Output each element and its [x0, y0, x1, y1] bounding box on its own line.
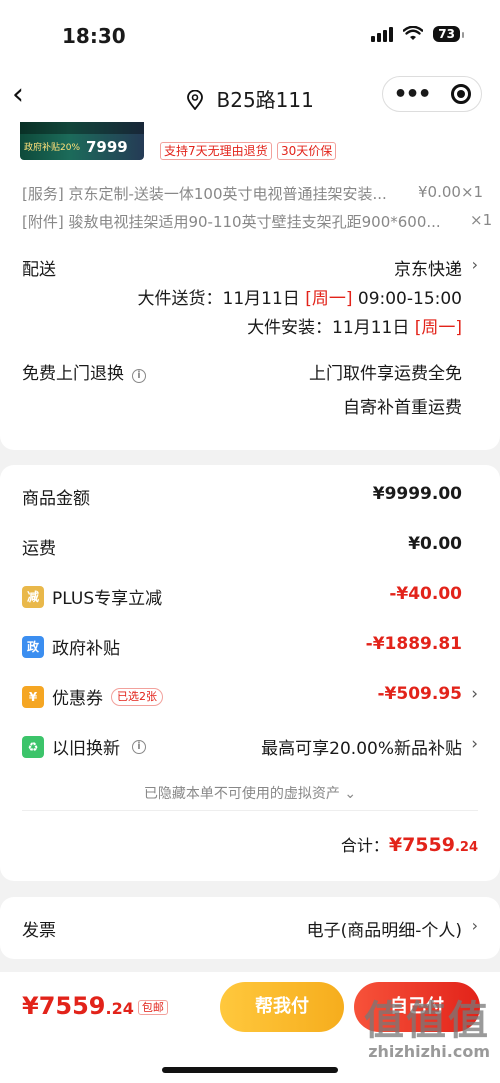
status-bar: 18:30 73 — [0, 0, 500, 72]
accessory-row[interactable]: [附件] 骏敖电视挂架适用90-110英寸壁挂支架孔距900*600... ×1 — [22, 211, 492, 232]
close-target-icon[interactable] — [450, 84, 471, 104]
product-thumbnail[interactable]: 政府补贴20% 7999 — [20, 122, 144, 160]
government-icon: 政 — [22, 635, 44, 658]
more-icon[interactable]: ••• — [393, 82, 431, 107]
chevron-right-icon[interactable]: › — [471, 734, 478, 754]
coupon-icon: ¥ — [22, 685, 44, 708]
info-icon[interactable]: i — [132, 739, 146, 754]
invoice-row[interactable]: 发票 电子(商品明细-个人) › — [0, 897, 500, 959]
return-line1: 上门取件享运费全免 — [309, 364, 462, 384]
order-detail-card: 政府补贴20% 7999 支持7天无理由退货 30天价保 [服务] 京东定制-送… — [0, 122, 500, 450]
tag-price-protect: 30天价保 — [277, 142, 337, 160]
home-indicator — [162, 1067, 338, 1073]
return-label: 免费上门退换 i — [22, 359, 146, 384]
status-icons: 73 — [371, 26, 464, 42]
accessory-value: ×1 — [470, 211, 493, 229]
coupon-count-pill: 已选2张 — [111, 687, 163, 706]
service-value: ¥0.00×1 — [418, 183, 484, 201]
service-row[interactable]: [服务] 京东定制-送装一体100英寸电视普通挂架安装... ¥0.00×1 — [22, 183, 483, 204]
coupon-row[interactable]: ¥ 优惠券 已选2张 -¥509.95 — [22, 684, 462, 710]
address-title: B25路111 — [216, 88, 314, 112]
delivery-send-time: 大件送货：11月11日 [周一] 09:00-15:00 — [137, 289, 462, 309]
battery-icon: 73 — [433, 26, 464, 42]
signal-icon — [371, 26, 394, 42]
help-pay-button[interactable]: 帮我付 — [220, 982, 344, 1032]
chevron-down-icon: ⌄ — [344, 786, 357, 802]
wifi-icon — [403, 26, 424, 40]
trade-in-row[interactable]: ♻ 以旧换新 i 最高可享20.00%新品补贴 — [22, 734, 462, 760]
delivery-label: 配送 — [22, 260, 56, 280]
plus-discount-row: 减 PLUS专享立减 -¥40.00 — [22, 584, 462, 610]
delivery-install-time: 大件安装：11月11日 [周一] — [247, 318, 462, 338]
bottom-total-price: ¥7559.24 包邮 — [22, 992, 168, 1020]
recycle-icon: ♻ — [22, 735, 44, 758]
free-shipping-badge: 包邮 — [137, 1000, 168, 1015]
service-text: [服务] 京东定制-送装一体100英寸电视普通挂架安装... — [22, 185, 387, 203]
divider — [22, 810, 478, 811]
total-amount: 合计：¥7559.24 — [340, 834, 478, 856]
gov-subsidy-row: 政政府补贴 -¥1889.81 — [22, 634, 462, 660]
site-watermark: 值值值 zhizhizhi.com — [364, 998, 490, 1061]
invoice-label: 发票 — [22, 921, 56, 941]
location-pin-icon — [187, 90, 204, 110]
info-icon[interactable]: i — [132, 369, 146, 383]
hidden-assets-toggle[interactable]: 已隐藏本单不可使用的虚拟资产 ⌄ — [0, 783, 500, 803]
mini-program-capsule: ••• — [382, 76, 482, 112]
chevron-right-icon[interactable]: › — [471, 684, 478, 704]
status-time: 18:30 — [62, 24, 126, 48]
goods-amount-row: 商品金额 ¥9999.00 — [22, 484, 462, 509]
invoice-value: 电子(商品明细-个人) — [306, 921, 462, 941]
thumb-badge: 政府补贴20% — [24, 143, 81, 153]
accessory-text: [附件] 骏敖电视挂架适用90-110英寸壁挂支架孔距900*600... — [22, 213, 441, 231]
nav-bar: ‹ B25路111 ••• — [0, 72, 500, 122]
freight-row: 运费 ¥0.00 — [22, 534, 462, 559]
chevron-right-icon[interactable]: › — [472, 255, 478, 274]
tag-return: 支持7天无理由退货 — [160, 142, 272, 160]
thumb-price: 7999 — [86, 138, 128, 156]
chevron-right-icon[interactable]: › — [472, 916, 478, 935]
delivery-carrier[interactable]: 京东快递 — [394, 255, 462, 280]
price-breakdown-card: 商品金额 ¥9999.00 运费 ¥0.00 减 PLUS专享立减 -¥40.00… — [0, 465, 500, 881]
return-line2: 自寄补首重运费 — [343, 398, 462, 418]
plus-icon: 减 — [22, 585, 44, 608]
